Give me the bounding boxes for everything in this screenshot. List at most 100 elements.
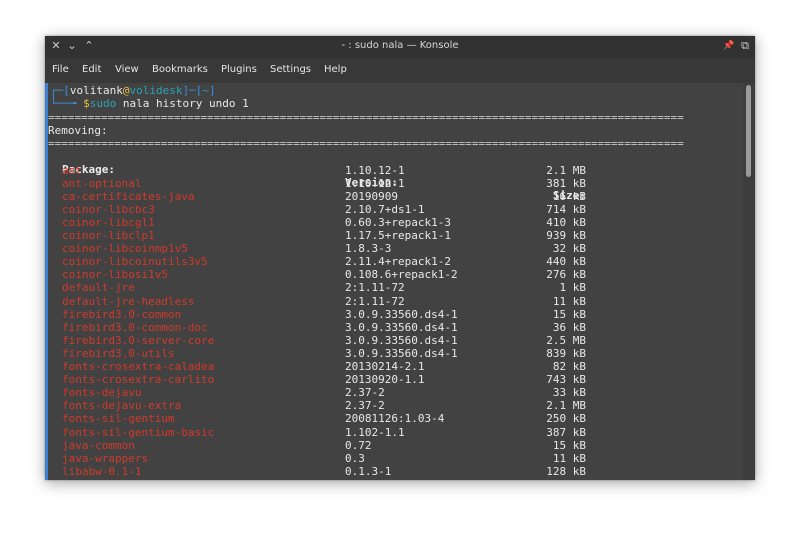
- package-version: 3.0.9.33560.ds4-1: [345, 346, 458, 360]
- menu-view[interactable]: View: [115, 64, 139, 75]
- package-size: 2.5 MB: [546, 333, 586, 347]
- menu-settings[interactable]: Settings: [270, 64, 311, 75]
- package-name: coinor-libcbc3: [62, 202, 155, 216]
- package-name: java-wrappers: [62, 451, 149, 465]
- table-row: ant-optional 1.10.12-1 381 kB: [48, 177, 608, 190]
- package-name: fonts-crosextra-caladea: [62, 360, 215, 373]
- table-row: default-jre 2:1.11-72 1 kB: [48, 281, 608, 294]
- package-version: 0.1.3-1: [345, 464, 392, 478]
- package-version: 20190909: [345, 189, 398, 203]
- package-version: 20130214-2.1: [345, 360, 425, 373]
- restore-icon[interactable]: ⧉: [737, 38, 753, 54]
- section-label: Removing:: [48, 124, 108, 137]
- package-version: 2.10.7+ds1-1: [345, 202, 425, 216]
- package-size: 11 kB: [552, 294, 586, 308]
- table-row: coinor-libcbc3 2.10.7+ds1-1 714 kB: [48, 203, 608, 216]
- table-header: Package: Version: Size:: [48, 150, 608, 202]
- table-row: default-jre-headless 2:1.11-72 11 kB: [48, 295, 608, 308]
- package-version: 2:1.11-72: [345, 294, 405, 308]
- table-row: ant 1.10.12-1 2.1 MB: [48, 164, 608, 177]
- terminal-view[interactable]: ┌─[volitank@volidesk]─[~] └──╼ $sudo nal…: [48, 83, 741, 480]
- table-row: coinor-libcoinutils3v5 2.11.4+repack1-2 44…: [48, 255, 608, 268]
- package-version: 2.37-2: [345, 399, 385, 413]
- package-name: java-common: [62, 438, 135, 452]
- package-version: 0.3: [345, 451, 365, 465]
- table-row: firebird3.0-server-core 3.0.9.33560.ds4-1…: [48, 334, 608, 347]
- command-text: nala history undo 1: [116, 97, 249, 110]
- package-name: coinor-libcoinmp1v5: [62, 242, 188, 256]
- package-name: fonts-sil-gentium-basic: [62, 425, 215, 439]
- table-row: firebird3.0-common 3.0.9.33560.ds4-1 15 kB: [48, 308, 608, 321]
- package-size: 11 kB: [552, 451, 586, 465]
- table-row: fonts-dejavu 2.37-2 33 kB: [48, 386, 608, 399]
- rule-mid: ========================================…: [48, 137, 684, 150]
- package-size: 36 kB: [552, 320, 586, 334]
- package-version: 1.8.3-3: [345, 242, 392, 256]
- table-row: coinor-libclp1 1.17.5+repack1-1 939 kB: [48, 229, 608, 242]
- package-version: 1.17.5+repack1-1: [345, 229, 451, 242]
- scrollbar[interactable]: [743, 83, 755, 480]
- package-size: 82 kB: [552, 360, 586, 373]
- package-size: 410 kB: [546, 215, 586, 229]
- package-size: 250 kB: [546, 412, 586, 426]
- scrollbar-thumb[interactable]: [746, 85, 751, 177]
- table-row: firebird3.0-common-doc 3.0.9.33560.ds4-1 3…: [48, 321, 608, 334]
- package-version: 1.102-1.1: [345, 425, 405, 439]
- package-version: 0.72: [345, 438, 372, 452]
- package-version: 3.0.9.33560.ds4-1: [345, 307, 458, 321]
- package-version: 2.11.4+repack1-2: [345, 255, 451, 269]
- menu-help[interactable]: Help: [324, 64, 347, 75]
- package-size: 33 kB: [552, 386, 586, 400]
- package-name: fonts-crosextra-carlito: [62, 373, 215, 387]
- package-name: firebird3.0-common-doc: [62, 320, 208, 334]
- table-row: fonts-crosextra-caladea 20130214-2.1 82 kB: [48, 360, 608, 373]
- table-row: coinor-libcgl1 0.60.3+repack1-3 410 kB: [48, 216, 608, 229]
- menu-file[interactable]: File: [52, 64, 69, 75]
- menu-bar: File Edit View Bookmarks Plugins Setting…: [45, 58, 755, 83]
- package-size: 15 kB: [552, 438, 586, 452]
- package-size: 2.1 MB: [546, 399, 586, 413]
- package-name: default-jre: [62, 281, 135, 295]
- package-size: 128 kB: [546, 464, 586, 478]
- package-version: 2:1.11-72: [345, 281, 405, 295]
- menu-edit[interactable]: Edit: [82, 64, 101, 75]
- package-size: 714 kB: [546, 202, 586, 216]
- prompt-user: volitank: [69, 84, 123, 97]
- konsole-window: ✕ ⌄ ⌃ - : sudo nala — Konsole 📌 ⧉ File E…: [45, 36, 755, 480]
- pin-icon[interactable]: 📌: [721, 38, 737, 54]
- package-name: fonts-sil-gentium: [62, 412, 175, 426]
- table-row: java-common 0.72 15 kB: [48, 439, 608, 452]
- table-row: fonts-sil-gentium-basic 1.102-1.1 387 kB: [48, 426, 608, 439]
- table-row: coinor-libosi1v5 0.108.6+repack1-2 276 kB: [48, 268, 608, 281]
- window-title: - : sudo nala — Konsole: [341, 40, 459, 51]
- table-row: fonts-sil-gentium 20081126:1.03-4 250 kB: [48, 412, 608, 425]
- package-size: 440 kB: [546, 255, 586, 269]
- title-bar[interactable]: ✕ ⌄ ⌃ - : sudo nala — Konsole 📌 ⧉: [45, 36, 755, 58]
- menu-plugins[interactable]: Plugins: [221, 64, 257, 75]
- package-name: default-jre-headless: [62, 294, 195, 308]
- table-row: coinor-libcoinmp1v5 1.8.3-3 32 kB: [48, 242, 608, 255]
- package-name: ca-certificates-java: [62, 189, 195, 203]
- package-version: 3.0.9.33560.ds4-1: [345, 333, 458, 347]
- package-version: 1.10.12-1: [345, 176, 405, 190]
- package-name: coinor-libosi1v5: [62, 268, 168, 282]
- package-version: 20130920-1.1: [345, 373, 425, 387]
- package-size: 276 kB: [546, 268, 586, 282]
- prompt-line-2: └──╼ $sudo nala history undo 1: [50, 97, 249, 110]
- package-name: ant-optional: [62, 176, 142, 190]
- package-size: 381 kB: [546, 176, 586, 190]
- package-size: 939 kB: [546, 229, 586, 242]
- package-size: 16 kB: [552, 189, 586, 203]
- menu-bookmarks[interactable]: Bookmarks: [152, 64, 208, 75]
- package-name: coinor-libcgl1: [62, 215, 155, 229]
- package-name: fonts-dejavu-extra: [62, 399, 182, 413]
- package-size: 32 kB: [552, 242, 586, 256]
- package-size: 1 kB: [559, 281, 587, 295]
- package-size: 839 kB: [546, 346, 586, 360]
- package-name: coinor-libcoinutils3v5: [62, 255, 208, 269]
- package-size: 387 kB: [546, 425, 586, 439]
- table-row: ca-certificates-java 20190909 16 kB: [48, 190, 608, 203]
- package-name: coinor-libclp1: [62, 229, 155, 242]
- package-version: 1.10.12-1: [345, 163, 405, 177]
- prompt-host: volidesk: [129, 84, 183, 97]
